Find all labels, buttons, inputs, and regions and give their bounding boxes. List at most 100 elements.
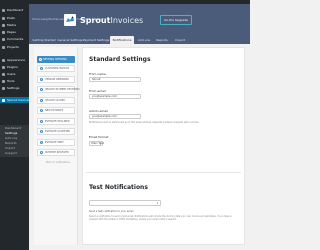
logo-text-light: Invoices	[110, 15, 144, 25]
section-item[interactable]: VENDOR REMINDER	[37, 75, 75, 83]
user-icon	[2, 72, 5, 76]
bird-logo-icon	[64, 14, 76, 26]
gear-icon	[2, 86, 5, 90]
section-item-label: CUSTOMER INVOICE	[45, 67, 70, 70]
section-item[interactable]: NEW ESTIMATE	[37, 107, 75, 114]
go-pro-button[interactable]: Go Pro Upgrade	[160, 15, 192, 25]
from-name-label: From name	[89, 72, 106, 76]
tab-import[interactable]: Import	[172, 36, 188, 44]
sidebar-item-users[interactable]: Users	[0, 71, 29, 77]
submenu-item-settings[interactable]: Settings	[5, 132, 17, 135]
section-item-label: NEW ESTIMATE	[45, 109, 64, 112]
sidebar-item-tools[interactable]: Tools	[0, 78, 29, 84]
tab-notifications[interactable]: Notifications	[110, 36, 134, 44]
tab-payment-settings[interactable]: Payment Settings	[83, 36, 109, 44]
sidebar-item-settings[interactable]: Settings	[0, 85, 29, 91]
section-item[interactable]: ESTIMATE SENT	[37, 138, 75, 146]
sidebar-item-comments[interactable]: Comments	[0, 36, 29, 42]
from-name-field[interactable]: Sprout	[89, 77, 141, 82]
sidebar-item-plugins[interactable]: Plugins	[0, 64, 29, 70]
comment-icon	[2, 37, 5, 41]
section-item[interactable]: ESTIMATE DECLINED	[37, 117, 75, 125]
sidebar-item-label: Settings	[7, 85, 20, 90]
tab-reports[interactable]: Reports	[154, 36, 170, 44]
test-notifications-description: Select a notification to send a test ema…	[89, 215, 232, 221]
sections-header-label: SETTING OPTIONS	[43, 58, 67, 61]
settings-tabs: Getting Started General Settings Payment S…	[29, 34, 250, 44]
sidebar-item-label: Comments	[7, 36, 24, 41]
sidebar-item-media[interactable]: Media	[0, 22, 29, 28]
section-item[interactable]: INVOICE CLOSED	[37, 96, 75, 104]
go-pro-button-label: Go Pro Upgrade	[164, 18, 188, 22]
admin-sidebar: Dashboard Posts Media Pages Comments Projects…	[0, 4, 31, 250]
bird-icon	[2, 98, 5, 102]
dashboard-icon	[2, 8, 5, 12]
email-format-select[interactable]: Plain Text ▾	[89, 141, 104, 146]
sidebar-item-label: Pages	[7, 29, 16, 34]
sidebar-item-label: Tools	[7, 78, 15, 83]
section-item-label: ESTIMATE DECLINED	[45, 119, 70, 123]
section-item[interactable]: INVOICE PAYMENT RECEIVED	[37, 86, 79, 93]
section-divider	[86, 172, 241, 173]
sidebar-item-projects[interactable]: Projects	[0, 44, 29, 50]
from-email-field[interactable]: you@example.com	[89, 94, 141, 99]
sidebar-item-label: Sprout Invoices	[7, 97, 31, 102]
sidebar-item-appearance[interactable]: Appearance	[0, 57, 29, 63]
chevron-down-icon: ▾	[156, 202, 158, 205]
page-icon	[2, 30, 5, 34]
section-item-label: PAYMENT RECEIVED	[45, 151, 69, 154]
sidebar-item-label: Media	[7, 22, 17, 27]
admin-email-field[interactable]: you@example.com	[89, 114, 141, 119]
sidebar-item-sprout-invoices[interactable]: Sprout Invoices	[0, 97, 31, 103]
section-item[interactable]: PAYMENT RECEIVED	[37, 149, 75, 156]
chevron-down-icon: ▾	[99, 143, 101, 146]
tab-getting-started[interactable]: Getting Started	[32, 36, 56, 44]
circle-icon	[40, 77, 43, 81]
logo-text-strong: Sprout	[80, 15, 111, 25]
upgrade-notice[interactable]: You're using the free version of Sprout …	[32, 5, 142, 21]
section-item-label: VENDOR REMINDER	[45, 77, 69, 81]
section-item[interactable]: ESTIMATE ACCEPTED	[37, 128, 75, 135]
submenu-item-support[interactable]: Support	[5, 152, 17, 155]
sidebar-item-label: Appearance	[7, 57, 26, 62]
circle-icon	[40, 98, 43, 102]
test-notifications-title: Test Notifications	[89, 184, 148, 191]
section-item-label: INVOICE CLOSED	[45, 98, 66, 102]
sidebar-item-label: Dashboard	[7, 7, 24, 12]
sections-header: SETTING OPTIONS	[37, 56, 75, 63]
sidebar-item-dashboard[interactable]: Dashboard	[0, 7, 29, 13]
plugin-icon	[2, 65, 5, 69]
circle-icon	[40, 67, 43, 70]
tab-add-ons[interactable]: Add-ons	[136, 36, 152, 44]
section-item-label: INVOICE PAYMENT RECEIVED	[45, 88, 80, 91]
circle-icon	[40, 109, 43, 112]
test-notifications-subtitle: Send a test notification to your email	[89, 210, 134, 213]
sidebar-item-label: Users	[7, 71, 16, 76]
section-item-label: ESTIMATE ACCEPTED	[45, 130, 71, 133]
admin-email-value: you@example.com	[92, 115, 117, 118]
submenu-item-add-ons[interactable]: Add-ons	[5, 137, 17, 140]
test-notification-select[interactable]: ▾	[89, 200, 161, 206]
submenu-item-import[interactable]: Import	[5, 147, 15, 150]
wrench-icon	[2, 79, 5, 83]
circle-icon	[40, 140, 43, 144]
sidebar-item-label: Projects	[7, 44, 19, 49]
submenu-item-reports[interactable]: Reports	[5, 142, 17, 145]
from-email-value: you@example.com	[92, 95, 117, 98]
section-item-label: ESTIMATE SENT	[45, 140, 64, 144]
folder-icon	[2, 45, 5, 49]
tab-general-settings[interactable]: General Settings	[57, 36, 82, 44]
email-format-value: Plain Text	[91, 142, 104, 145]
section-item[interactable]: CUSTOMER INVOICE	[37, 65, 75, 72]
sidebar-item-posts[interactable]: Posts	[0, 15, 29, 21]
sections-footer-link[interactable]: Back to notifications	[46, 161, 70, 164]
from-name-value: Sprout	[92, 78, 101, 81]
circle-icon	[40, 151, 43, 154]
sidebar-item-pages[interactable]: Pages	[0, 29, 29, 35]
submenu-item-dashboard[interactable]: Dashboard	[5, 127, 21, 130]
circle-icon	[40, 88, 43, 91]
sidebar-submenu: Dashboard Settings Add-ons Reports Import Sup…	[0, 125, 29, 157]
email-format-label: Email format	[89, 135, 109, 139]
logo-text: SproutInvoices	[80, 16, 143, 25]
sidebar-item-label: Plugins	[7, 64, 18, 69]
